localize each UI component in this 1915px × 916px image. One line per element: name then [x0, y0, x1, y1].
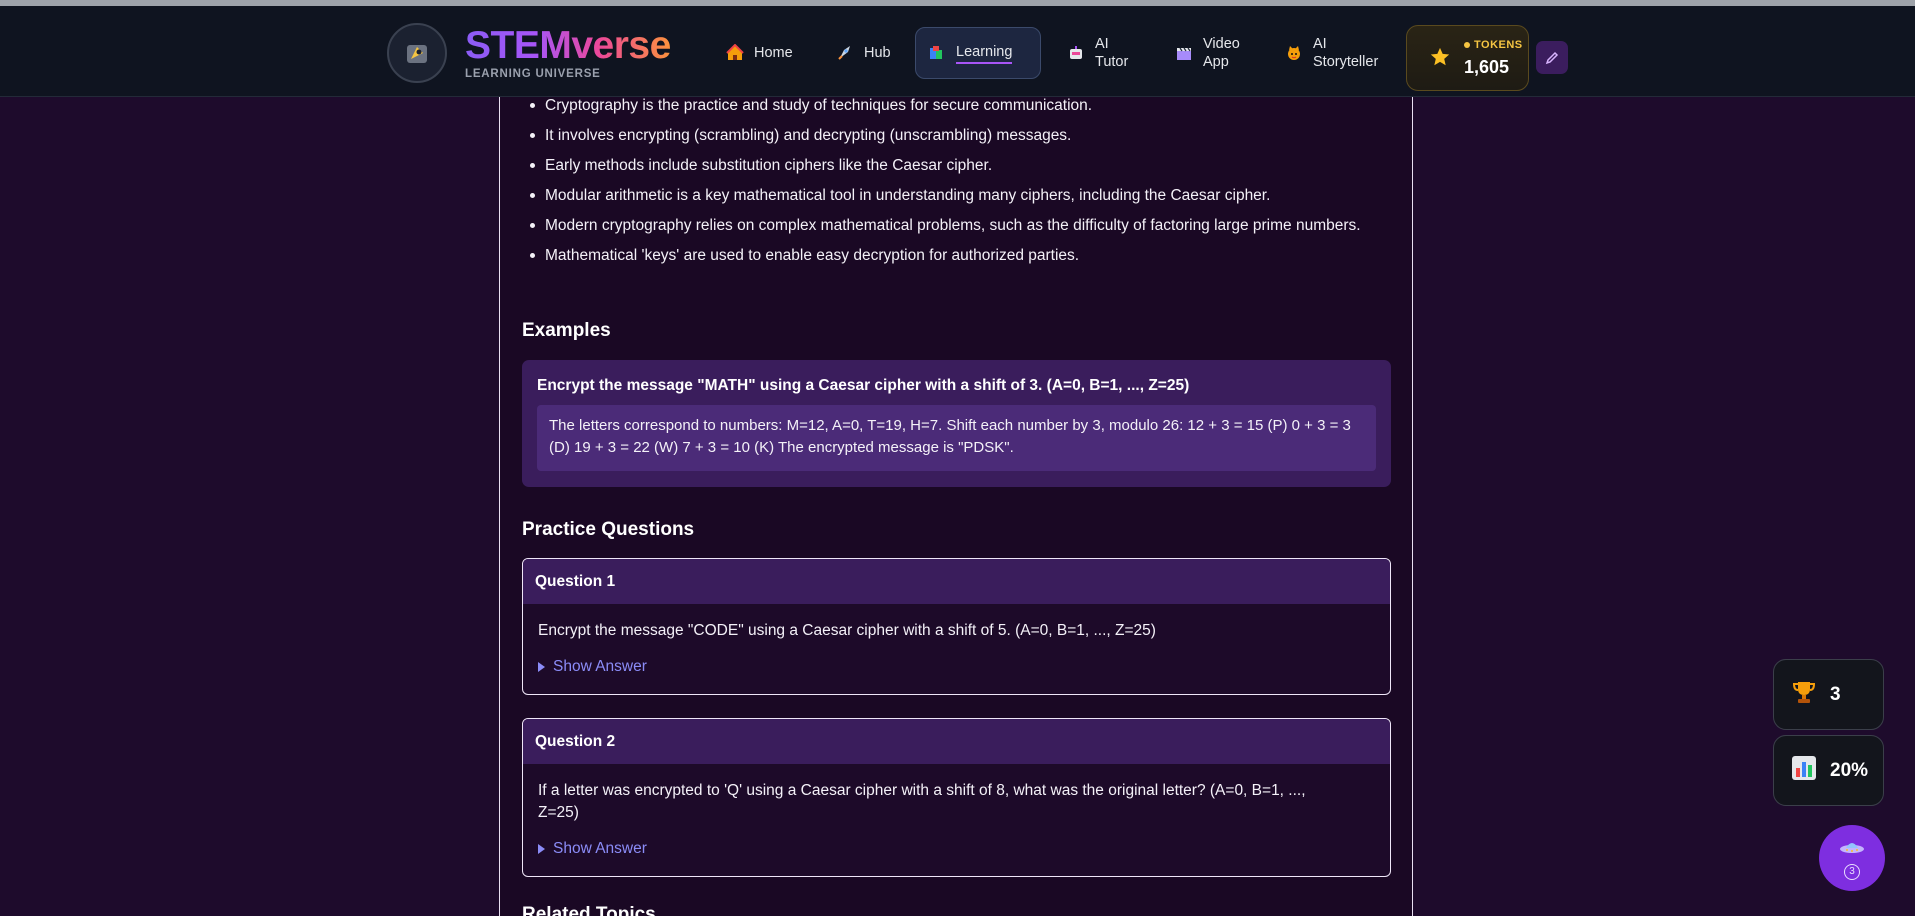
nav-learning[interactable]: Learning — [915, 27, 1041, 79]
tokens-label: TOKENS — [1464, 39, 1523, 51]
rocket-icon — [836, 44, 854, 62]
clapperboard-icon — [1175, 44, 1193, 62]
fab-badge: 3 — [1844, 863, 1860, 880]
nav-label: Video App — [1203, 36, 1240, 70]
list-item: Cryptography is the practice and study o… — [530, 94, 1365, 117]
robot-icon — [1067, 44, 1085, 62]
question-text: Encrypt the message "CODE" using a Caesa… — [538, 622, 1156, 639]
show-answer-label: Show Answer — [553, 840, 647, 857]
list-item: Modular arithmetic is a key mathematical… — [530, 184, 1365, 207]
example-answer: The letters correspond to numbers: M=12,… — [537, 405, 1376, 471]
list-item: Early methods include substitution ciphe… — [530, 154, 1365, 177]
brand[interactable]: STEMverse LEARNING UNIVERSE — [465, 24, 671, 81]
coin-icon — [1464, 42, 1470, 49]
pen-icon — [1545, 51, 1559, 64]
logo-badge[interactable] — [387, 23, 447, 83]
assistant-fab[interactable]: 3 — [1819, 825, 1885, 891]
disclosure-triangle-icon — [538, 662, 545, 672]
brand-title: STEMverse — [465, 24, 671, 67]
nav-video-app[interactable]: Video App — [1163, 27, 1263, 79]
bar-chart-icon — [1790, 754, 1818, 787]
list-item: It involves encrypting (scrambling) and … — [530, 124, 1365, 147]
nav-label: AI Tutor — [1095, 36, 1129, 70]
star-icon — [1429, 46, 1451, 73]
question-title: Question 2 — [523, 719, 1390, 764]
tokens-badge[interactable]: TOKENS 1,605 — [1406, 25, 1529, 91]
nav-home[interactable]: Home — [714, 27, 805, 79]
nav-label: Hub — [864, 45, 891, 61]
question-card-2: Question 2 If a letter was encrypted to … — [522, 718, 1391, 877]
ufo-icon — [1838, 837, 1866, 862]
related-topics-heading: Related Topics — [522, 904, 656, 916]
question-text: If a letter was encrypted to 'Q' using a… — [538, 782, 1306, 821]
nav-label: AI Storyteller — [1313, 36, 1379, 70]
nav-ai-tutor[interactable]: AI Tutor — [1055, 27, 1145, 79]
cat-icon — [1285, 44, 1303, 62]
nav-label: Learning — [956, 43, 1013, 64]
show-answer-toggle[interactable]: Show Answer — [538, 656, 1375, 678]
edit-button[interactable] — [1536, 41, 1568, 74]
top-navbar: STEMverse LEARNING UNIVERSE Home Hub Lea… — [0, 6, 1915, 97]
books-icon — [928, 44, 946, 62]
nav-ai-storyteller[interactable]: AI Storyteller — [1273, 27, 1393, 79]
rocket-logo-icon — [407, 45, 427, 63]
show-answer-toggle[interactable]: Show Answer — [538, 838, 1375, 860]
tokens-label-text: TOKENS — [1474, 39, 1523, 51]
example-card: Encrypt the message "MATH" using a Caesa… — [522, 360, 1391, 487]
house-icon — [726, 44, 744, 62]
disclosure-triangle-icon — [538, 844, 545, 854]
question-title: Question 1 — [523, 559, 1390, 604]
nav-label: Home — [754, 45, 793, 61]
practice-heading: Practice Questions — [522, 519, 695, 540]
achievements-widget[interactable]: 3 — [1773, 659, 1884, 730]
brand-subtitle: LEARNING UNIVERSE — [465, 68, 601, 80]
list-item: Mathematical 'keys' are used to enable e… — [530, 244, 1365, 267]
examples-heading: Examples — [522, 320, 611, 341]
example-question: Encrypt the message "MATH" using a Caesa… — [537, 377, 1190, 394]
nav-hub[interactable]: Hub — [824, 27, 903, 79]
progress-widget[interactable]: 20% — [1773, 735, 1884, 806]
key-points-list: Cryptography is the practice and study o… — [530, 94, 1365, 274]
progress-percent: 20% — [1830, 759, 1869, 781]
show-answer-label: Show Answer — [553, 658, 647, 675]
tokens-value: 1,605 — [1464, 57, 1510, 77]
question-card-1: Question 1 Encrypt the message "CODE" us… — [522, 558, 1391, 695]
list-item: Modern cryptography relies on complex ma… — [530, 214, 1365, 237]
trophy-count: 3 — [1830, 683, 1841, 705]
trophy-icon — [1790, 678, 1818, 711]
